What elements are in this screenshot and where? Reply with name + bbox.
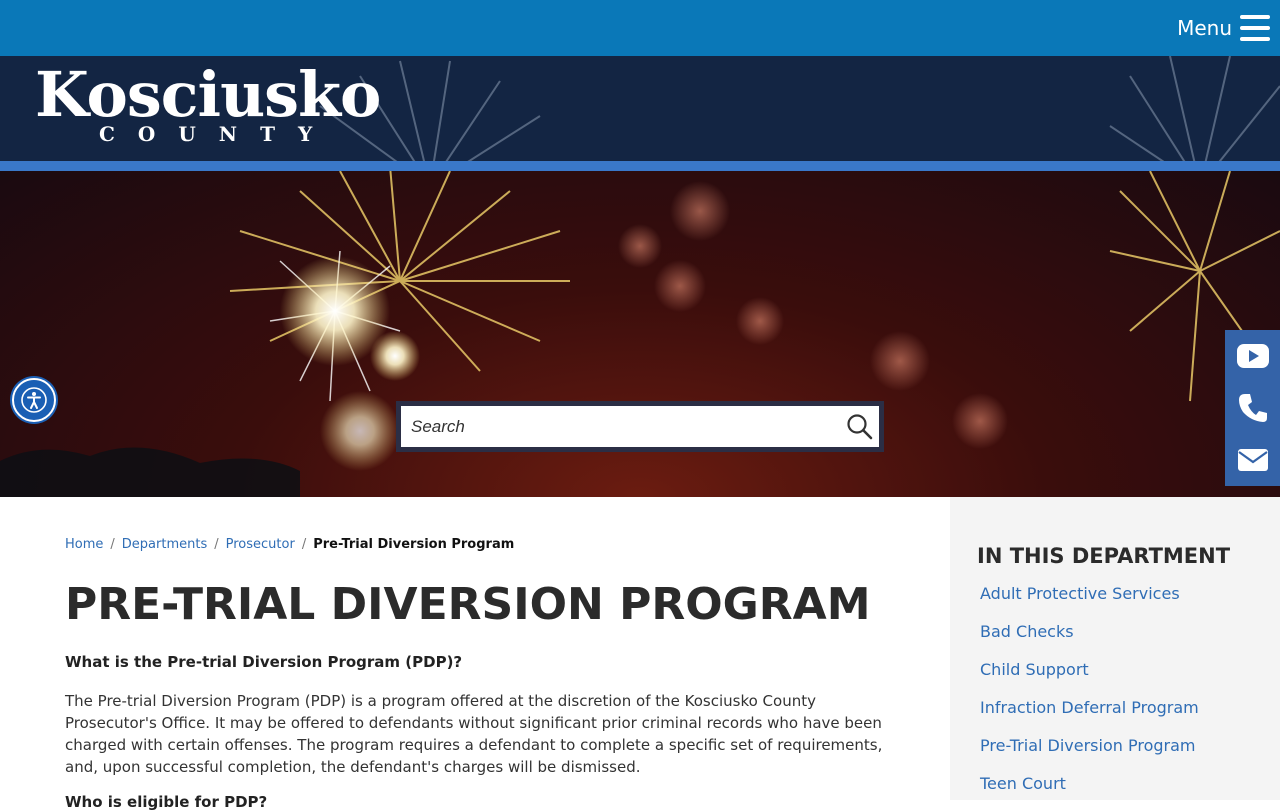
sidebar-item-adult-protective-services[interactable]: Adult Protective Services xyxy=(980,584,1199,622)
department-sidebar: IN THIS DEPARTMENT Adult Protective Serv… xyxy=(950,497,1280,800)
phone-link[interactable] xyxy=(1225,382,1280,434)
county-logo[interactable]: Kosciusko COUNTY xyxy=(35,58,381,147)
search-button[interactable] xyxy=(845,412,875,442)
sidebar-item-pre-trial-diversion-program[interactable]: Pre-Trial Diversion Program xyxy=(980,736,1199,774)
sidebar-title: IN THIS DEPARTMENT xyxy=(977,544,1231,568)
main-content: Home / Departments / Prosecutor / Pre-Trial Di… xyxy=(0,497,950,811)
phone-icon xyxy=(1238,394,1267,422)
breadcrumb-current: Pre-Trial Diversion Program xyxy=(313,537,515,552)
faq-question-eligibility: Who is eligible for PDP? xyxy=(65,793,268,811)
banner-stripe xyxy=(0,161,1280,171)
menu-button[interactable]: Menu xyxy=(1177,10,1270,46)
page-title: PRE-TRIAL DIVERSION PROGRAM xyxy=(65,579,871,630)
faq-answer-what-is: The Pre-trial Diversion Program (PDP) is… xyxy=(65,692,883,776)
logo-wordmark: Kosciusko xyxy=(35,58,381,131)
sidebar-item-teen-court[interactable]: Teen Court xyxy=(980,774,1199,812)
accessibility-icon xyxy=(21,387,47,413)
youtube-link[interactable] xyxy=(1225,330,1280,382)
breadcrumb-home[interactable]: Home xyxy=(65,537,103,552)
sidebar-links: Adult Protective Services Bad Checks Chi… xyxy=(980,584,1199,812)
sidebar-item-bad-checks[interactable]: Bad Checks xyxy=(980,622,1199,660)
search-bar xyxy=(396,401,884,452)
breadcrumb: Home / Departments / Prosecutor / Pre-Trial Di… xyxy=(65,537,515,552)
hamburger-icon xyxy=(1240,15,1270,41)
youtube-icon xyxy=(1236,344,1269,368)
sidebar-item-infraction-deferral-program[interactable]: Infraction Deferral Program xyxy=(980,698,1199,736)
breadcrumb-prosecutor[interactable]: Prosecutor xyxy=(226,537,295,552)
accessibility-button[interactable] xyxy=(12,378,56,422)
email-link[interactable] xyxy=(1225,434,1280,486)
social-sidebar xyxy=(1225,330,1280,486)
envelope-icon xyxy=(1237,449,1268,471)
search-input[interactable] xyxy=(401,406,879,447)
menu-label: Menu xyxy=(1177,16,1232,40)
faq-question-what-is: What is the Pre-trial Diversion Program … xyxy=(65,653,463,671)
breadcrumb-departments[interactable]: Departments xyxy=(122,537,207,552)
search-icon xyxy=(847,414,873,440)
top-bar: Menu xyxy=(0,0,1280,56)
sidebar-item-child-support[interactable]: Child Support xyxy=(980,660,1199,698)
